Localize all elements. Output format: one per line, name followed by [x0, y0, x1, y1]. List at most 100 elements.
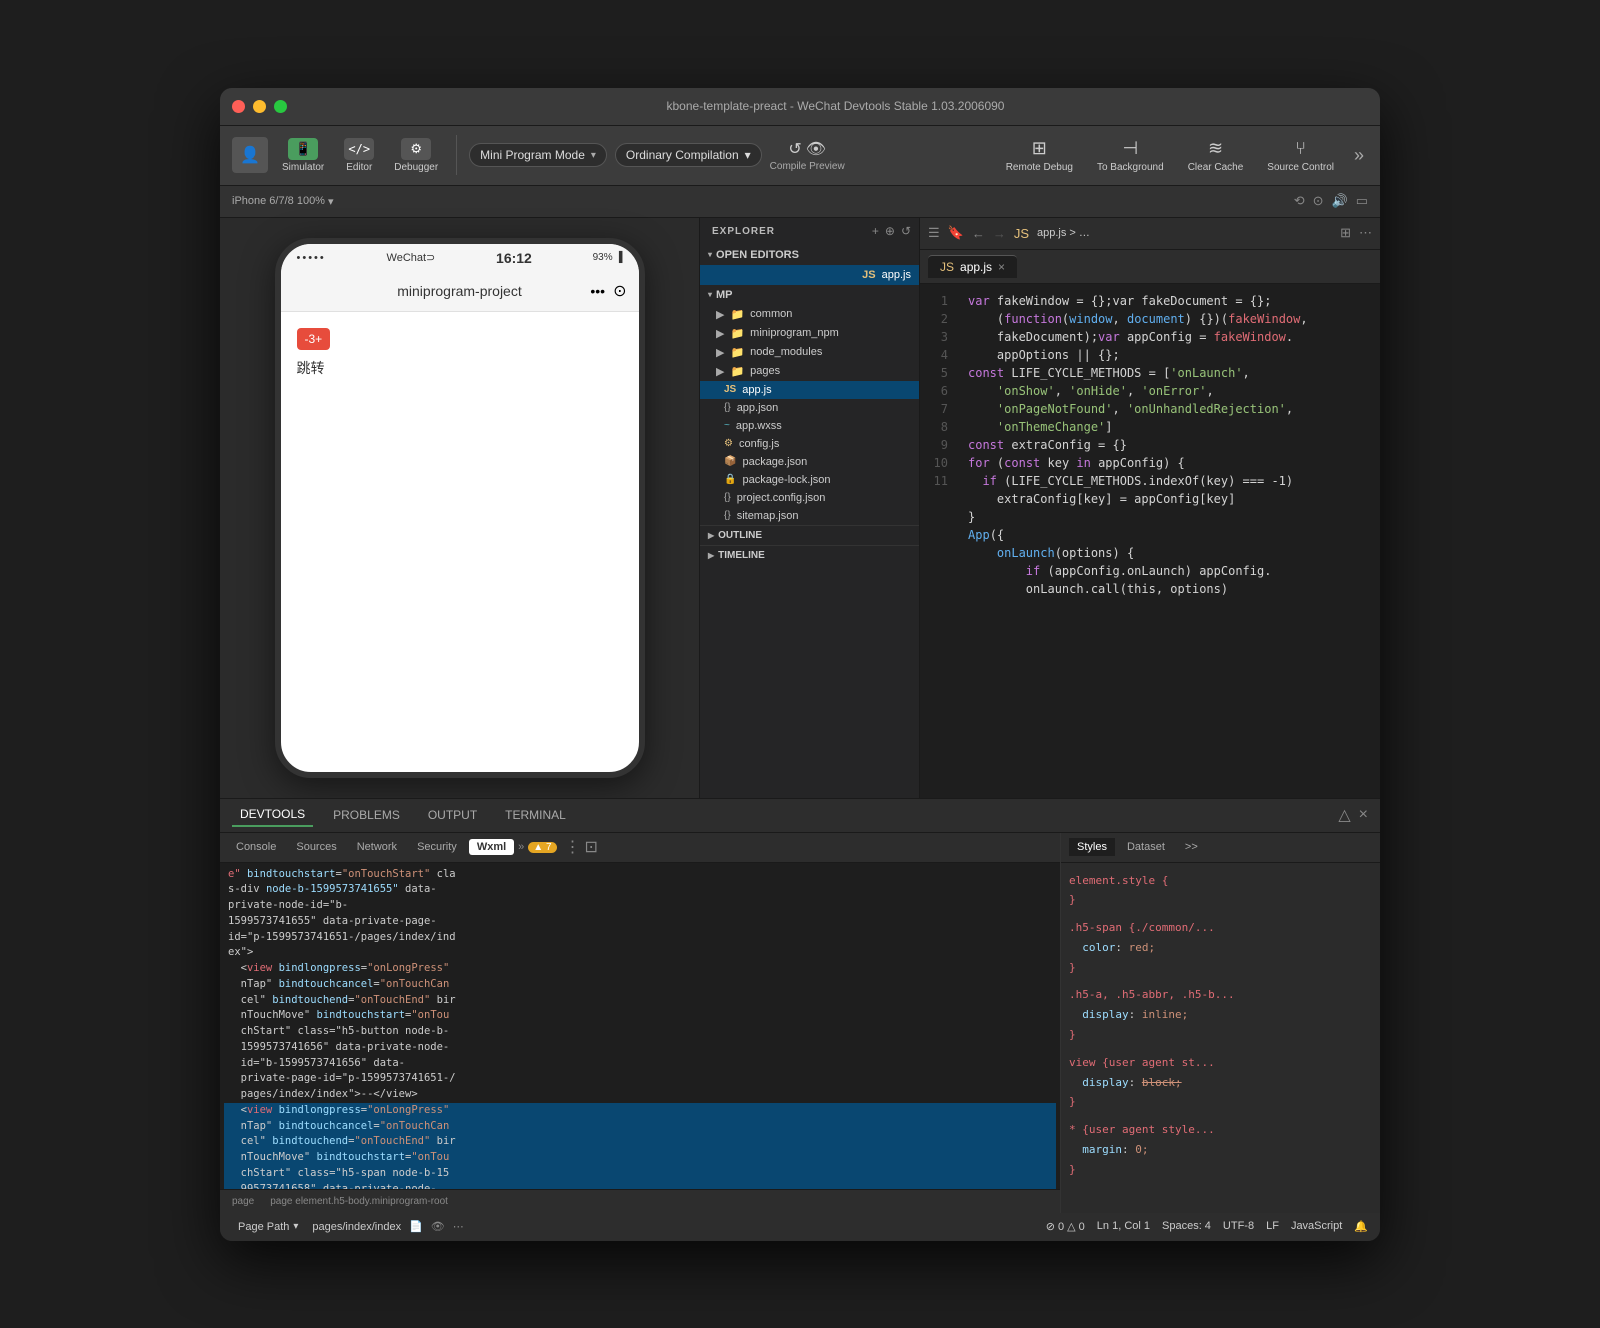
page-path-value: pages/index/index [312, 1221, 401, 1233]
right-more-tab[interactable]: >> [1177, 838, 1206, 856]
rotate-icon[interactable]: ⟲ [1294, 193, 1305, 209]
explorer-header-label: EXPLORER [700, 218, 787, 245]
status-bar: Page Path ▾ pages/index/index 📄 👁 ⋯ ⊘ 0 … [220, 1213, 1380, 1241]
console-tabs: Console Sources Network Security Wxml » … [220, 833, 1060, 863]
styles-tab[interactable]: Styles [1069, 838, 1115, 856]
devtools-close-icon[interactable]: × [1359, 806, 1368, 824]
console-tab-wxml[interactable]: Wxml [469, 839, 514, 855]
code-line-12: if (LIFE_CYCLE_METHODS.indexOf(key) === … [968, 472, 1368, 490]
console-tab-network[interactable]: Network [349, 837, 405, 857]
devtools-body: Console Sources Network Security Wxml » … [220, 833, 1380, 1213]
tab-app-js[interactable]: JS app.js × [928, 255, 1017, 278]
devtools-tab-devtools[interactable]: DEVTOOLS [232, 803, 313, 827]
tab-close-icon[interactable]: × [998, 260, 1005, 274]
devtools-tab-output[interactable]: OUTPUT [420, 804, 485, 826]
folder-pages[interactable]: ▶ 📁 pages [700, 362, 919, 381]
file-config-js[interactable]: ⚙ config.js [700, 435, 919, 453]
folder-common[interactable]: ▶ 📁 common [700, 305, 919, 324]
file-app-wxss[interactable]: ~ app.wxss [700, 417, 919, 435]
page-label: page [232, 1196, 254, 1207]
simulator-button[interactable]: 📱 Simulator [276, 134, 330, 177]
code-editor[interactable]: var fakeWindow = {};var fakeDocument = {… [956, 284, 1380, 798]
file-sitemap[interactable]: {} sitemap.json [700, 507, 919, 525]
open-editor-app-js[interactable]: × JS app.js [700, 265, 919, 285]
mini-program-mode-select[interactable]: Mini Program Mode ▾ [469, 143, 607, 167]
editor-split-icon[interactable]: ⊞ [1340, 225, 1351, 241]
screen-icon[interactable]: ▭ [1356, 193, 1368, 209]
refresh-explorer-icon[interactable]: ↺ [901, 224, 911, 238]
source-control-button[interactable]: ⑂ Source Control [1259, 134, 1342, 177]
screenshot-icon[interactable]: ⊙ [1313, 193, 1324, 209]
bell-icon[interactable]: 🔔 [1354, 1220, 1368, 1233]
nav-record[interactable]: ⊙ [613, 281, 626, 301]
open-editors-label: OPEN EDITORS [716, 249, 799, 261]
devtools-expand-icon[interactable]: ⊡ [585, 837, 598, 857]
jump-badge[interactable]: -3+ [297, 328, 331, 350]
main-area: ••••• WeChat⊃ 16:12 93% ▐ miniprogram-pr… [220, 218, 1380, 1241]
clear-cache-button[interactable]: ≋ Clear Cache [1180, 134, 1252, 177]
dataset-tab[interactable]: Dataset [1119, 838, 1173, 856]
console-tab-console[interactable]: Console [228, 837, 284, 857]
maximize-button[interactable] [274, 100, 287, 113]
clear-cache-icon: ≋ [1208, 138, 1223, 159]
page-path-arrow: ▾ [293, 1221, 298, 1232]
outline-section[interactable]: ▶ OUTLINE [700, 525, 919, 545]
console-tab-sources[interactable]: Sources [288, 837, 344, 857]
open-editors-section[interactable]: ▾ OPEN EDITORS [700, 245, 919, 265]
file-package-lock[interactable]: 🔒 package-lock.json [700, 471, 919, 489]
folder-icon-common: 📁 [730, 308, 744, 321]
folder-miniprogram-npm[interactable]: ▶ 📁 miniprogram_npm [700, 324, 919, 343]
new-file-icon[interactable]: + [872, 224, 879, 238]
sound-icon[interactable]: 🔊 [1332, 193, 1348, 209]
minimize-button[interactable] [253, 100, 266, 113]
remote-debug-button[interactable]: ⊞ Remote Debug [998, 134, 1081, 177]
file-project-config[interactable]: {} project.config.json [700, 489, 919, 507]
xml-line-15: pages/index/index">--</view> [224, 1087, 1056, 1103]
more-status-icon[interactable]: ⋯ [453, 1220, 464, 1233]
page-path-button[interactable]: Page Path ▾ [232, 1219, 304, 1235]
file-app-js[interactable]: JS app.js [700, 381, 919, 399]
tabs-more-icon[interactable]: » [518, 841, 524, 853]
content-row: ••••• WeChat⊃ 16:12 93% ▐ miniprogram-pr… [220, 218, 1380, 798]
explorer-toolbar: + ⊕ ↺ [864, 224, 919, 238]
xml-line-8: nTap" bindtouchcancel="onTouchCan [224, 977, 1056, 993]
editor-more-icon[interactable]: ⋯ [1359, 225, 1372, 241]
eye-status-icon[interactable]: 👁 [431, 1220, 445, 1233]
timeline-section[interactable]: ▶ TIMELINE [700, 545, 919, 565]
folder-node-modules[interactable]: ▶ 📁 node_modules [700, 343, 919, 362]
devtools-tab-terminal[interactable]: TERMINAL [497, 804, 574, 826]
nav-menu-dots[interactable]: ••• [590, 283, 605, 299]
to-background-button[interactable]: ⊣ To Background [1089, 134, 1172, 177]
style-selector-3: .h5-a, .h5-abbr, .h5-b... [1069, 985, 1372, 1005]
ordinary-compilation-select[interactable]: Ordinary Compilation ▾ [615, 143, 762, 167]
file-icon-appjs: JS [862, 269, 875, 281]
editor-bookmark-icon[interactable]: 🔖 [948, 225, 964, 241]
file-app-json[interactable]: {} app.json [700, 399, 919, 417]
close-button[interactable] [232, 100, 245, 113]
remote-debug-label: Remote Debug [1006, 162, 1073, 173]
style-block-h5span: .h5-span {./common/... color: red; } [1069, 918, 1372, 977]
device-select[interactable]: iPhone 6/7/8 100% ▾ [232, 195, 334, 208]
devtools-menu-icon[interactable]: ⋮ [565, 837, 581, 857]
element-path: page element.h5-body.miniprogram-root [270, 1196, 448, 1207]
file-package-json[interactable]: 📦 package.json [700, 453, 919, 471]
editor-menu-icon[interactable]: ☰ [928, 225, 940, 241]
mp-section[interactable]: ▾ MP [700, 285, 919, 305]
devtools-up-icon[interactable]: △ [1338, 805, 1350, 825]
debugger-button[interactable]: ⚙ Debugger [388, 134, 444, 177]
compile-dropdown-arrow: ▾ [745, 148, 751, 162]
more-button[interactable]: » [1350, 141, 1368, 170]
xml-line-3: private-node-id="b- [224, 898, 1056, 914]
xml-viewer[interactable]: e" bindtouchstart="onTouchStart" cla s-d… [220, 863, 1060, 1189]
devtools-tab-problems[interactable]: PROBLEMS [325, 804, 408, 826]
new-folder-icon[interactable]: ⊕ [885, 224, 895, 238]
editor-forward-icon[interactable]: → [993, 226, 1006, 241]
file-icon-wxss: ~ [724, 420, 730, 431]
xml-line-highlighted-6: 99573741658" data-private-node- [224, 1182, 1056, 1189]
editor-button[interactable]: </> Editor [338, 134, 380, 177]
compile-preview-button[interactable]: ↺ 👁 Compile Preview [770, 139, 845, 172]
console-tab-security[interactable]: Security [409, 837, 465, 857]
copy-icon[interactable]: 📄 [409, 1220, 423, 1233]
folder-chevron-npm: ▶ [716, 327, 724, 340]
editor-back-icon[interactable]: ← [972, 226, 985, 241]
